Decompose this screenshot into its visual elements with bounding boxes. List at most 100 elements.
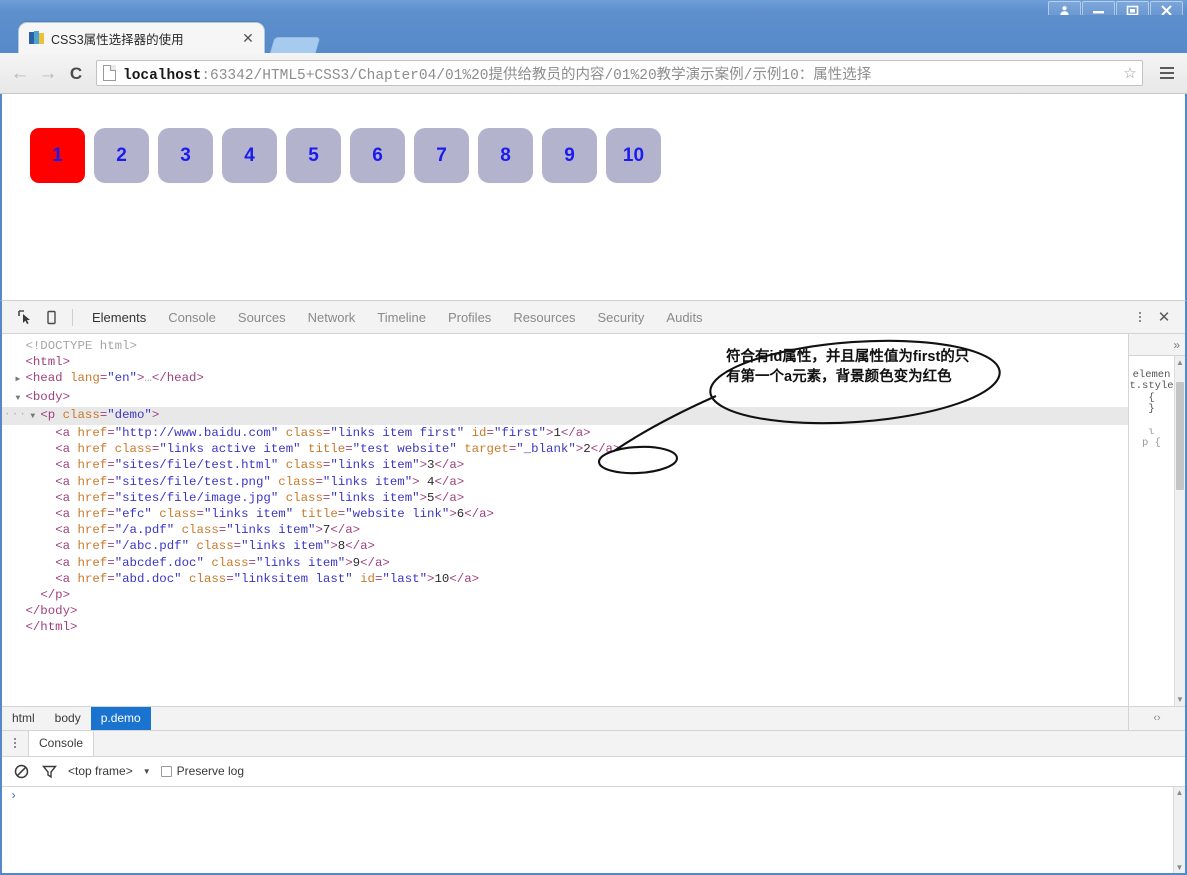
chrome-menu-icon[interactable]: [1153, 60, 1181, 86]
dom-node-row[interactable]: </p>: [2, 587, 1128, 603]
expand-sidebar-icon[interactable]: »: [1173, 338, 1180, 352]
dom-node-row[interactable]: </body>: [2, 603, 1128, 619]
toolbar-divider: [72, 308, 73, 326]
console-scroll-up-icon[interactable]: ▲: [1174, 788, 1185, 797]
dom-token: =: [107, 490, 115, 505]
dom-token: </a>: [360, 555, 390, 570]
dom-node-row[interactable]: <a href="abcdef.doc" class="links item">…: [2, 555, 1128, 571]
devtools-tab-security[interactable]: Security: [586, 301, 655, 334]
demo-link-6[interactable]: 6: [350, 128, 405, 183]
devtools-tab-sources[interactable]: Sources: [227, 301, 297, 334]
dom-node-row[interactable]: <a href="http://www.baidu.com" class="li…: [2, 425, 1128, 441]
demo-link-5[interactable]: 5: [286, 128, 341, 183]
demo-link-10[interactable]: 10: [606, 128, 661, 183]
demo-link-2[interactable]: 2: [94, 128, 149, 183]
dom-node-row[interactable]: <a href class="links active item" title=…: [2, 441, 1128, 457]
browser-tab[interactable]: CSS3属性选择器的使用 ✕: [18, 22, 265, 53]
devtools-tab-timeline[interactable]: Timeline: [366, 301, 437, 334]
dom-token: =: [196, 507, 204, 522]
breadcrumb-overflow-icon[interactable]: ‹›: [1128, 706, 1185, 730]
dom-indent: [8, 507, 45, 521]
demo-link-8[interactable]: 8: [478, 128, 533, 183]
filter-icon[interactable]: [40, 762, 58, 780]
demo-link-4[interactable]: 4: [222, 128, 277, 183]
close-devtools-button[interactable]: ✕: [1151, 310, 1177, 325]
dom-node-row[interactable]: </html>: [2, 619, 1128, 635]
demo-link-7[interactable]: 7: [414, 128, 469, 183]
scrollbar-thumb[interactable]: [1176, 382, 1184, 490]
inspect-element-icon[interactable]: [12, 305, 38, 329]
dom-node-row[interactable]: <a href="/abc.pdf" class="links item">8<…: [2, 538, 1128, 554]
dom-node-row[interactable]: <a href="sites/file/image.jpg" class="li…: [2, 490, 1128, 506]
dom-token: </body>: [25, 604, 78, 619]
styles-rule-p: ι p {: [1142, 426, 1161, 450]
dom-token: "linksitem last": [233, 571, 353, 586]
devtools-tab-elements[interactable]: Elements: [81, 301, 157, 334]
devtools-tab-network[interactable]: Network: [297, 301, 367, 334]
dom-node-row[interactable]: <a href="sites/file/test.png" class="lin…: [2, 474, 1128, 490]
collapse-arrow-icon[interactable]: ▼: [15, 391, 25, 407]
page-favicon-icon: [29, 31, 45, 45]
checkbox-box[interactable]: [160, 765, 172, 777]
expand-arrow-icon[interactable]: ▶: [15, 372, 25, 388]
drawer-tab-console[interactable]: Console: [28, 730, 95, 756]
dom-node-row[interactable]: <html>: [2, 354, 1128, 370]
styles-sidebar-header: »: [1129, 334, 1185, 356]
drawer-more-icon[interactable]: [2, 731, 28, 756]
forward-button[interactable]: →: [34, 59, 62, 87]
page-info-icon[interactable]: [103, 65, 116, 81]
reload-button[interactable]: C: [62, 59, 90, 87]
scroll-down-icon[interactable]: ▼: [1175, 695, 1185, 704]
device-toolbar-icon[interactable]: [38, 305, 64, 329]
console-frame-selector[interactable]: <top frame>: [68, 764, 133, 778]
dom-token: class: [278, 458, 323, 473]
breadcrumb-item-body[interactable]: body: [45, 707, 91, 730]
bookmark-star-icon[interactable]: ☆: [1120, 66, 1140, 81]
dom-token: <p: [40, 407, 63, 422]
console-scroll-down-icon[interactable]: ▼: [1174, 863, 1185, 872]
dom-node-row[interactable]: <a href="efc" class="links item" title="…: [2, 506, 1128, 522]
scroll-up-icon[interactable]: ▲: [1175, 358, 1185, 367]
devtools-tab-console[interactable]: Console: [157, 301, 227, 334]
chevron-down-icon[interactable]: ▼: [143, 767, 151, 776]
dom-node-row[interactable]: ▶ <head lang="en">…</head>: [2, 370, 1128, 388]
dom-node-menu-icon[interactable]: ···: [4, 407, 27, 423]
devtools-tab-resources[interactable]: Resources: [502, 301, 586, 334]
dom-indent: [8, 442, 45, 456]
dom-tree[interactable]: <!DOCTYPE html> <html> ▶ <head lang="en">…: [2, 334, 1128, 706]
preserve-log-checkbox[interactable]: Preserve log: [160, 764, 244, 778]
devtools-more-icon[interactable]: [1129, 312, 1151, 322]
devtools-tab-profiles[interactable]: Profiles: [437, 301, 502, 334]
dom-node-row[interactable]: <!DOCTYPE html>: [2, 338, 1128, 354]
dom-token: "website link": [345, 507, 450, 522]
dom-node-row[interactable]: ▼ <body>: [2, 389, 1128, 407]
collapse-arrow-icon[interactable]: ▼: [30, 409, 40, 425]
dom-token: "sites/file/test.png": [114, 474, 271, 489]
new-tab-button[interactable]: [269, 37, 321, 54]
breadcrumb-item-p-demo[interactable]: p.demo: [90, 706, 151, 730]
dom-node-row[interactable]: <a href="/a.pdf" class="links item">7</a…: [2, 522, 1128, 538]
dom-node-row[interactable]: <a href="abd.doc" class="linksitem last"…: [2, 571, 1128, 587]
dom-token: </p>: [40, 588, 71, 603]
console-scrollbar[interactable]: ▲ ▼: [1173, 786, 1185, 873]
dom-token: "links active item": [159, 442, 301, 457]
dom-node-row[interactable]: <a href="sites/file/test.html" class="li…: [2, 457, 1128, 473]
dom-indent: [8, 604, 15, 618]
styles-scrollbar[interactable]: ▲ ▼: [1174, 356, 1185, 706]
dom-token: href: [77, 442, 108, 457]
dom-token: id: [352, 571, 375, 586]
dom-token: <html>: [25, 355, 71, 370]
dom-token: href: [77, 539, 108, 554]
dom-token: 4: [419, 474, 435, 489]
address-bar[interactable]: localhost:63342/HTML5+CSS3/Chapter04/01%…: [96, 60, 1143, 86]
back-button[interactable]: ←: [6, 59, 34, 87]
console-output[interactable]: › ▲ ▼: [2, 785, 1185, 873]
devtools-tab-audits[interactable]: Audits: [655, 301, 713, 334]
demo-link-1[interactable]: 1: [30, 128, 85, 183]
close-tab-button[interactable]: ✕: [240, 30, 256, 46]
demo-link-9[interactable]: 9: [542, 128, 597, 183]
breadcrumb-item-html[interactable]: html: [2, 707, 45, 730]
clear-console-icon[interactable]: [12, 762, 30, 780]
dom-node-row[interactable]: ··· ▼ <p class="demo">: [2, 406, 1128, 426]
demo-link-3[interactable]: 3: [158, 128, 213, 183]
